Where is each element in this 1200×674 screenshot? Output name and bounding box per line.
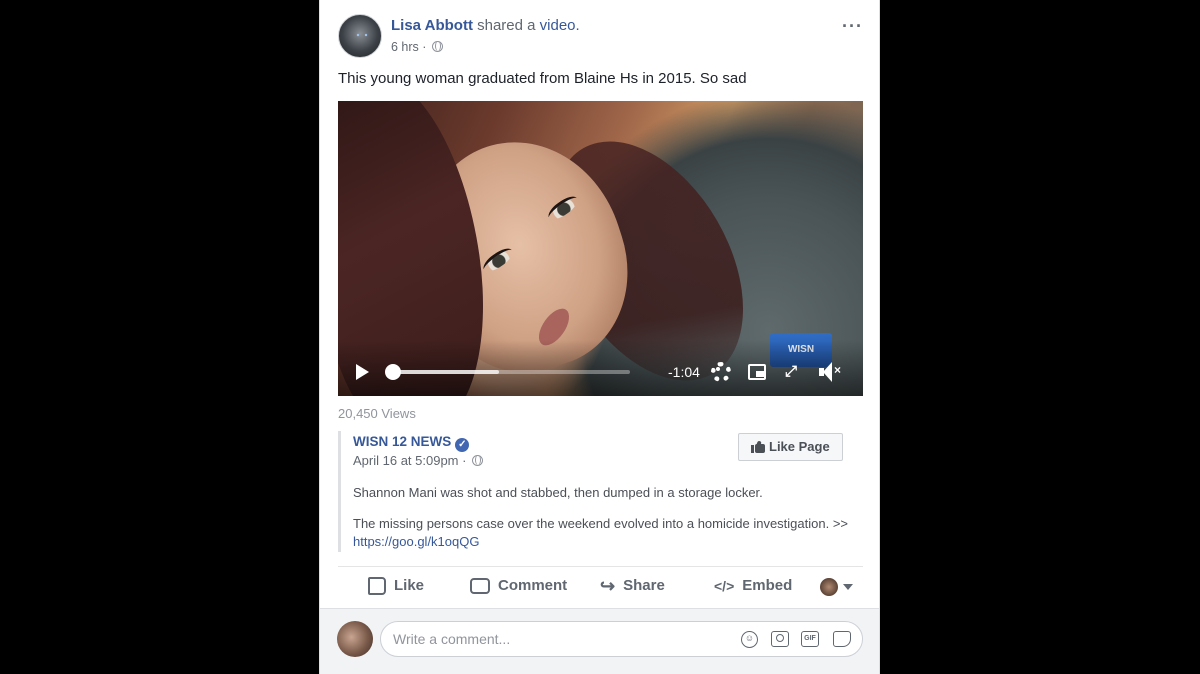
comment-input[interactable]: Write a comment... ☺ GIF	[380, 621, 863, 657]
author-avatar[interactable]	[338, 14, 382, 58]
header-text: shared a	[472, 17, 540, 34]
meta-separator: ·	[458, 453, 471, 468]
smile-icon[interactable]: ☺	[741, 631, 758, 648]
shared-post-text-2: The missing persons case over the weeken…	[353, 515, 863, 551]
video-link[interactable]: video.	[540, 17, 580, 34]
pip-icon[interactable]	[748, 364, 766, 380]
page-name[interactable]: WISN 12 NEWS	[353, 434, 451, 449]
thumb-icon	[751, 440, 765, 453]
more-icon[interactable]: ···	[842, 16, 863, 37]
action-bar: Like Comment ↪ Share </> Embed	[338, 568, 863, 606]
comment-placeholder: Write a comment...	[393, 631, 511, 647]
shared-post-text: Shannon Mani was shot and stabbed, then …	[353, 485, 763, 500]
camera-icon[interactable]	[771, 631, 789, 647]
speaker-cone	[823, 362, 832, 382]
embed-icon: </>	[714, 578, 735, 595]
progress-buffer	[392, 370, 500, 374]
commenter-avatar	[337, 621, 373, 657]
share-button[interactable]: ↪ Share	[600, 568, 665, 606]
share-label: Share	[623, 577, 665, 594]
post-card: Lisa Abbott shared a video. 6 hrs · ··· …	[319, 0, 880, 674]
actions-divider	[338, 566, 863, 567]
reaction-avatar[interactable]	[820, 578, 838, 596]
shared-post-date[interactable]: April 16 at 5:09pm	[353, 453, 459, 468]
video-player[interactable]: WISN -1:04 ⤢ ×	[338, 101, 863, 396]
post-message: This young woman graduated from Blaine H…	[338, 70, 747, 87]
comment-label: Comment	[498, 577, 568, 594]
progress-track[interactable]	[392, 370, 630, 374]
video-controls: -1:04 ⤢ ×	[338, 340, 863, 396]
like-page-label: Like Page	[769, 439, 830, 454]
page-name-row: WISN 12 NEWS ✓	[353, 434, 470, 452]
verified-icon: ✓	[455, 438, 470, 452]
comment-icon	[470, 578, 490, 595]
embed-button[interactable]: </> Embed	[714, 568, 792, 606]
progress-knob[interactable]	[385, 364, 401, 380]
globe-icon	[472, 455, 484, 466]
post-time[interactable]: 6 hrs	[391, 40, 419, 54]
embed-label: Embed	[742, 577, 793, 594]
like-page-button[interactable]: Like Page	[738, 433, 843, 461]
globe-icon	[431, 41, 443, 52]
post-header: Lisa Abbott shared a video.	[391, 17, 580, 34]
like-icon	[368, 577, 386, 596]
fullscreen-icon[interactable]: ⤢	[782, 363, 800, 381]
post-meta: 6 hrs ·	[391, 40, 443, 54]
time-remaining: -1:04	[668, 364, 700, 380]
chevron-down-icon[interactable]	[843, 584, 853, 590]
shared-post: WISN 12 NEWS ✓ April 16 at 5:09pm · Like …	[338, 431, 863, 552]
comment-button[interactable]: Comment	[470, 568, 567, 606]
shared-post-link[interactable]: https://goo.gl/k1oqQG	[353, 534, 479, 549]
sticker-icon[interactable]	[833, 631, 851, 647]
author-name[interactable]: Lisa Abbott	[391, 17, 473, 34]
mute-x: ×	[834, 363, 842, 377]
like-button[interactable]: Like	[368, 568, 424, 606]
play-icon[interactable]	[356, 364, 369, 380]
like-label: Like	[394, 577, 425, 594]
share-icon: ↪	[600, 576, 616, 597]
gif-icon[interactable]: GIF	[801, 631, 819, 647]
comment-area: Write a comment... ☺ GIF	[320, 608, 879, 674]
mute-icon[interactable]: ×	[819, 362, 843, 382]
meta-separator: ·	[418, 40, 430, 54]
shared-post-paragraph: The missing persons case over the weeken…	[353, 516, 849, 531]
view-count[interactable]: 20,450 Views	[338, 406, 416, 421]
gear-icon[interactable]	[711, 362, 731, 382]
shared-post-meta: April 16 at 5:09pm ·	[353, 453, 484, 468]
